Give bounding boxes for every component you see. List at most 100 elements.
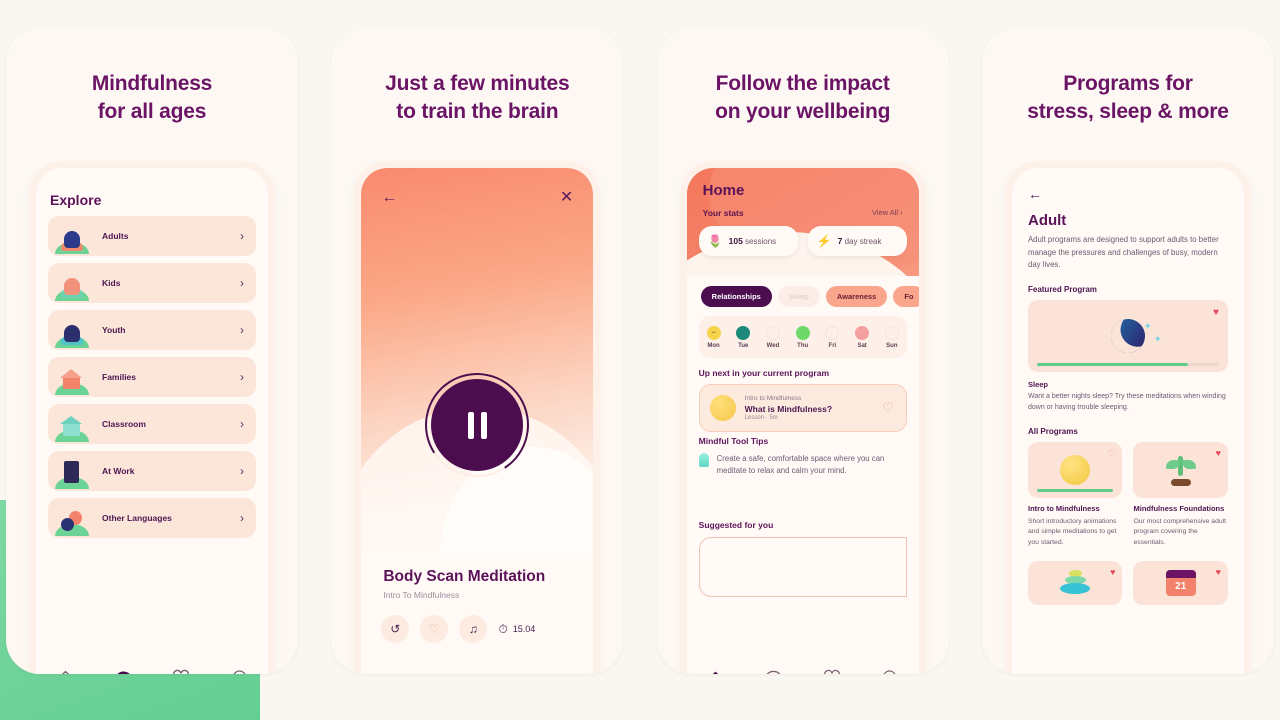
phone-mock-programs: ← Adult Adult programs are designed to s… [1011,168,1244,674]
chevron-right-icon: › [240,229,244,243]
program-card-intro[interactable]: ♡ Intro to Mindfulness Short introductor… [1027,441,1123,549]
day-mon[interactable]: ⌣ Mon [699,325,729,349]
kids-illustration [52,264,92,302]
bottom-navigation: Home Explore Favourites [36,662,268,674]
heart-icon[interactable]: ♥ [1216,448,1221,458]
list-item[interactable]: At Work › [48,451,256,491]
list-item-label: At Work [102,466,135,476]
suggested-card[interactable] [698,537,907,597]
program-card-calendar[interactable]: 21 ♥ [1133,554,1228,606]
stacked-stones-icon [1058,570,1092,596]
gallery-panel-2[interactable]: Just a few minutes to train the brain ← … [331,28,624,674]
all-programs-heading: All Programs [1027,426,1078,436]
day-label: Thu [797,342,809,349]
headline-line-2: to train the brain [396,99,559,123]
up-next-heading: Up next in your current program [698,368,830,378]
day-label: Sun [886,342,898,349]
chevron-right-icon: › [240,276,244,290]
nav-item-explore[interactable]: Explore [745,669,803,674]
up-next-card[interactable]: Intro to Mindfulness What is Mindfulness… [698,384,907,432]
mood-dot [736,325,751,340]
list-item[interactable]: Other Languages › [48,498,256,538]
day-sat[interactable]: Sat [847,325,877,349]
mood-dot [855,325,870,340]
explore-section-title: Explore [50,192,102,208]
list-item-label: Youth [102,325,126,335]
nav-item-favourites[interactable]: Favourites [803,669,861,674]
chip-sleep[interactable]: Sleep [777,286,820,307]
program-card-foundations[interactable]: ♥ Mindfulness Foundations Our most compr… [1133,441,1228,549]
brain-icon [745,669,803,674]
progress-bar [1036,488,1114,492]
heart-icon[interactable]: ♥ [1216,567,1221,577]
featured-program-card[interactable]: ✦ ✦ ♥ [1027,299,1228,372]
program-thumbnail: 21 ♥ [1133,561,1228,606]
list-item-label: Families [102,372,137,382]
list-item-label: Adults [102,231,129,241]
list-item[interactable]: Classroom › [48,404,256,444]
day-fri[interactable]: Fri [818,325,848,349]
nav-item-favourites[interactable]: Favourites [152,669,210,674]
suggested-section: Suggested for you [698,520,907,597]
progress-bar [1036,362,1219,366]
pause-icon [431,379,524,471]
gallery-panel-3[interactable]: Follow the impact on your wellbeing Home… [656,28,949,674]
heart-icon[interactable]: ♡ [1107,448,1115,459]
program-thumbnail: ♡ [1027,441,1123,498]
player-hero: ← ✕ [361,168,594,553]
nav-item-more[interactable]: More [210,669,268,674]
suggested-heading: Suggested for you [698,520,774,530]
heart-icon[interactable]: ♥ [1110,567,1115,577]
view-all-link[interactable]: View All › [872,208,903,217]
chip-relationships[interactable]: Relationships [700,286,772,307]
chevron-right-icon: › [240,370,244,384]
music-note-icon[interactable]: ♫ [459,615,488,643]
list-item-label: Classroom [102,419,146,429]
day-tue[interactable]: Tue [728,325,758,349]
track-subtitle: Intro To Mindfulness [383,590,460,600]
day-label: Fri [828,342,837,349]
program-card-stones[interactable]: ♥ [1027,554,1123,606]
chip-awareness[interactable]: Awareness [825,286,888,307]
lightbulb-icon [698,453,709,467]
heart-icon[interactable]: ♡ [882,400,894,416]
day-wed[interactable]: Wed [758,325,788,349]
day-sun[interactable]: Sun [877,325,907,349]
calendar-21-icon: 21 [1165,570,1196,597]
heart-icon[interactable]: ♡ [420,615,449,643]
stat-cards: 🌷 105 sessions ⚡ 7 day streak [698,226,907,256]
nav-item-explore[interactable]: Explore [94,669,152,674]
list-item[interactable]: Adults › [48,216,256,256]
play-pause-button[interactable] [415,363,540,487]
nav-item-home[interactable]: Home [687,669,745,674]
replay-10-icon[interactable]: ↺ [381,615,410,643]
classroom-illustration [52,405,92,443]
list-item[interactable]: Families › [48,357,256,397]
gallery-panel-1[interactable]: Mindfulness for all ages Explore Adults … [6,28,298,674]
day-label: Sat [857,342,867,349]
nav-item-home[interactable]: Home [36,669,94,674]
timer-display[interactable]: ⏱ 15.04 [498,622,535,637]
day-thu[interactable]: Thu [788,325,818,349]
phone-mock-explore: Explore Adults › Kids › Youth › Families… [36,168,268,674]
bottom-navigation: Home Explore Favourites [686,662,919,674]
gallery-panel-4[interactable]: Programs for stress, sleep & more ← Adul… [981,28,1274,674]
day-label: Mon [707,342,720,349]
plant-icon [1165,454,1196,486]
close-icon[interactable]: ✕ [560,190,573,206]
mood-week-strip: ⌣ Mon Tue Wed Thu Fri Sat Sun [698,316,907,358]
program-thumbnail: ♥ [1027,561,1123,606]
list-item[interactable]: Youth › [48,310,256,350]
stats-label: Your stats [702,208,744,218]
stat-card-sessions[interactable]: 🌷 105 sessions [698,226,798,256]
stat-card-streak[interactable]: ⚡ 7 day streak [807,226,907,256]
heart-icon[interactable]: ♥ [1213,307,1219,318]
up-next-section: Up next in your current program Intro to… [698,368,907,432]
program-description: Our most comprehensive adult program cov… [1133,517,1227,546]
at-work-illustration [52,452,92,490]
back-arrow-icon[interactable]: ← [381,190,397,206]
chip-focus[interactable]: Fo [893,286,919,307]
list-item[interactable]: Kids › [48,263,256,303]
nav-item-more[interactable]: More [861,669,919,674]
back-arrow-icon[interactable]: ← [1028,186,1228,202]
